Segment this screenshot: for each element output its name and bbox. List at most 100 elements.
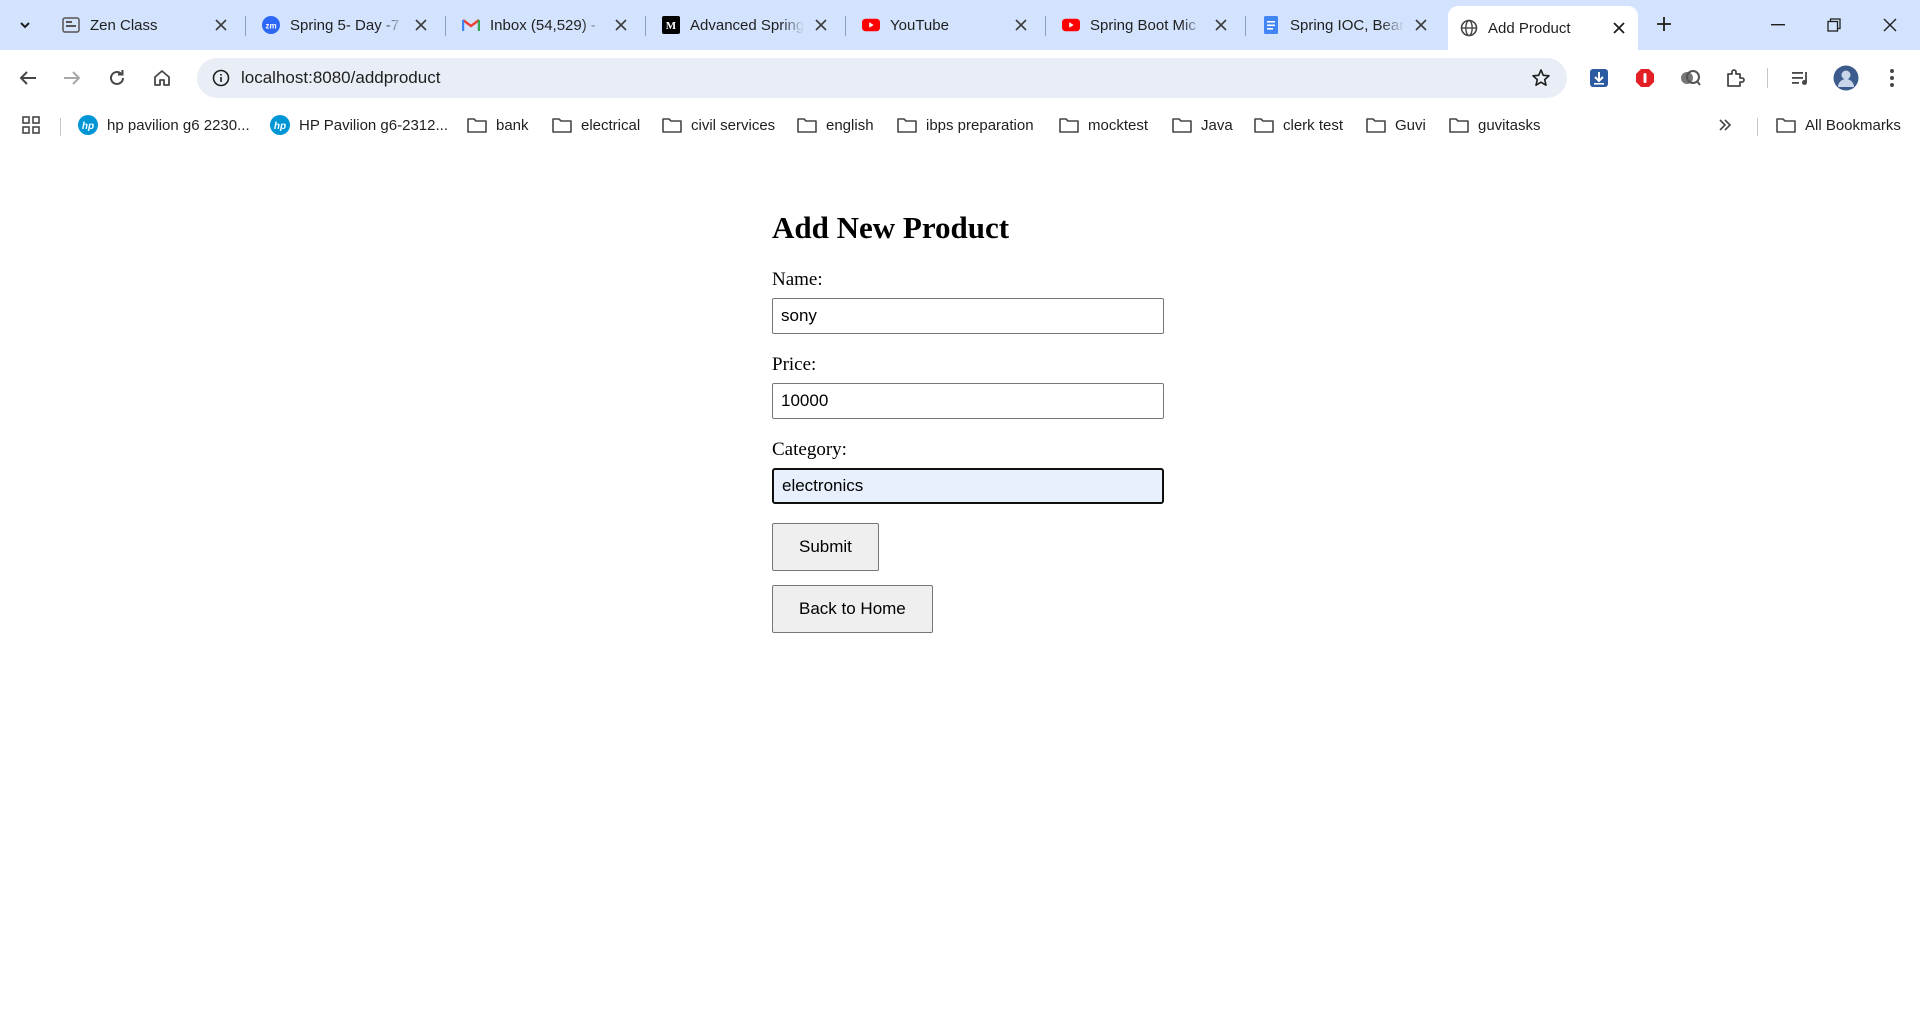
tab-spring-day7[interactable]: zm Spring 5- Day -7 bbox=[250, 8, 440, 42]
tab-spring-boot-micro[interactable]: Spring Boot Mic bbox=[1050, 8, 1240, 42]
adblock-extension-icon[interactable] bbox=[1629, 62, 1661, 94]
tab-close-icon[interactable] bbox=[810, 14, 832, 36]
folder-icon bbox=[1776, 116, 1796, 134]
search-extension-icon[interactable] bbox=[1674, 62, 1706, 94]
tab-separator bbox=[645, 16, 646, 36]
gmail-icon bbox=[462, 16, 480, 34]
back-to-home-button[interactable]: Back to Home bbox=[772, 585, 933, 633]
new-tab-plus-icon[interactable] bbox=[1650, 10, 1678, 38]
tab-close-icon[interactable] bbox=[610, 14, 632, 36]
youtube-icon bbox=[862, 16, 880, 34]
tab-separator bbox=[445, 16, 446, 36]
youtube-icon bbox=[1062, 16, 1080, 34]
back-arrow-icon[interactable] bbox=[12, 62, 44, 94]
reload-icon[interactable] bbox=[101, 62, 133, 94]
tab-separator bbox=[245, 16, 246, 36]
bookmark-label: civil services bbox=[691, 116, 776, 134]
bookmark-folder-java[interactable]: Java bbox=[1172, 114, 1233, 136]
bookmark-folder-clerk-test[interactable]: clerk test bbox=[1254, 114, 1343, 136]
tab-separator bbox=[845, 16, 846, 36]
address-bar[interactable]: localhost:8080/addproduct bbox=[197, 58, 1567, 98]
all-bookmarks[interactable]: All Bookmarks bbox=[1776, 114, 1901, 136]
tab-title: Spring IOC, Bear bbox=[1290, 16, 1404, 34]
menu-kebab-icon[interactable] bbox=[1876, 62, 1908, 94]
tab-strip: Zen Class zm Spring 5- Day -7 Inbox (54,… bbox=[0, 0, 1920, 50]
bookmark-label: guvitasks bbox=[1478, 116, 1541, 134]
svg-text:M: M bbox=[666, 20, 677, 32]
name-input[interactable] bbox=[772, 298, 1164, 334]
bookmark-hp-pavilion-2312[interactable]: hp HP Pavilion g6-2312... bbox=[270, 114, 448, 136]
site-info-icon[interactable] bbox=[207, 64, 235, 92]
bookmark-hp-pavilion-2230[interactable]: hp hp pavilion g6 2230... bbox=[78, 114, 250, 136]
tab-youtube[interactable]: YouTube bbox=[850, 8, 1040, 42]
bookmark-label: english bbox=[826, 116, 874, 134]
restore-icon[interactable] bbox=[1806, 0, 1862, 50]
extensions-puzzle-icon[interactable] bbox=[1719, 62, 1751, 94]
folder-icon bbox=[1366, 116, 1386, 134]
tab-close-icon[interactable] bbox=[1410, 14, 1432, 36]
bookmark-folder-civil-services[interactable]: civil services bbox=[662, 114, 775, 136]
bookmark-folder-mocktest[interactable]: mocktest bbox=[1059, 114, 1148, 136]
folder-icon bbox=[897, 116, 917, 134]
tab-title: Spring Boot Mic bbox=[1090, 16, 1196, 34]
name-label: Name: bbox=[772, 269, 823, 290]
tab-advanced-spring[interactable]: M Advanced Spring bbox=[650, 8, 840, 42]
category-input[interactable] bbox=[772, 468, 1164, 504]
bookmark-folder-ibps-preparation[interactable]: ibps preparation bbox=[897, 114, 1034, 136]
zen-class-icon bbox=[62, 16, 80, 34]
bookmarks-overflow-chevron-icon[interactable] bbox=[1718, 114, 1732, 136]
bookmark-label: mocktest bbox=[1088, 116, 1149, 134]
folder-icon bbox=[552, 116, 572, 134]
svg-text:hp: hp bbox=[274, 121, 286, 132]
docs-icon bbox=[1262, 16, 1280, 34]
price-label: Price: bbox=[772, 354, 817, 375]
profile-avatar-icon[interactable] bbox=[1830, 62, 1862, 94]
tab-title: Advanced Spring bbox=[690, 16, 804, 34]
tab-gmail-inbox[interactable]: Inbox (54,529) - bbox=[450, 8, 640, 42]
tab-title: Inbox (54,529) - bbox=[490, 16, 596, 34]
bookmarks-separator bbox=[1757, 118, 1758, 136]
bookmark-label: Java bbox=[1201, 116, 1233, 134]
bookmark-folder-bank[interactable]: bank bbox=[467, 114, 529, 136]
forward-arrow-icon[interactable] bbox=[56, 62, 88, 94]
download-extension-icon[interactable] bbox=[1583, 62, 1615, 94]
tab-zen-class[interactable]: Zen Class bbox=[50, 8, 240, 42]
tab-spring-ioc[interactable]: Spring IOC, Bear bbox=[1250, 8, 1440, 42]
bookmark-folder-electrical[interactable]: electrical bbox=[552, 114, 640, 136]
apps-grid-icon[interactable] bbox=[22, 114, 40, 136]
folder-icon bbox=[467, 116, 487, 134]
page-title: Add New Product bbox=[772, 210, 1010, 245]
bookmark-folder-english[interactable]: english bbox=[797, 114, 874, 136]
folder-icon bbox=[1254, 116, 1274, 134]
submit-button[interactable]: Submit bbox=[772, 523, 879, 571]
category-label: Category: bbox=[772, 439, 847, 460]
tab-close-icon[interactable] bbox=[410, 14, 432, 36]
tab-close-icon[interactable] bbox=[1010, 14, 1032, 36]
tab-search-chevron-icon[interactable] bbox=[10, 10, 40, 40]
tab-close-icon[interactable] bbox=[210, 14, 232, 36]
bookmark-label: HP Pavilion g6-2312... bbox=[299, 116, 448, 134]
tab-add-product[interactable]: Add Product bbox=[1448, 6, 1638, 50]
tab-close-icon[interactable] bbox=[1210, 14, 1232, 36]
svg-text:hp: hp bbox=[82, 121, 94, 132]
tab-separator bbox=[1045, 16, 1046, 36]
globe-icon bbox=[1460, 19, 1478, 37]
medium-icon: M bbox=[662, 16, 680, 34]
bookmark-star-icon[interactable] bbox=[1527, 64, 1555, 92]
close-window-icon[interactable] bbox=[1862, 0, 1918, 50]
bookmark-label: hp pavilion g6 2230... bbox=[107, 116, 250, 134]
hp-icon: hp bbox=[270, 115, 290, 135]
folder-icon bbox=[797, 116, 817, 134]
bookmark-folder-guvitasks[interactable]: guvitasks bbox=[1449, 114, 1541, 136]
media-controls-icon[interactable] bbox=[1785, 62, 1817, 94]
minimize-icon[interactable] bbox=[1750, 0, 1806, 50]
bookmark-label: ibps preparation bbox=[926, 116, 1034, 134]
home-icon[interactable] bbox=[146, 62, 178, 94]
price-input[interactable] bbox=[772, 383, 1164, 419]
tab-title: YouTube bbox=[890, 16, 949, 34]
bookmarks-separator bbox=[60, 118, 61, 136]
add-product-form: Add New Product Name: Price: Category: S… bbox=[772, 206, 1192, 633]
bookmark-label: clerk test bbox=[1283, 116, 1344, 134]
bookmark-folder-guvi[interactable]: Guvi bbox=[1366, 114, 1426, 136]
tab-close-icon[interactable] bbox=[1608, 17, 1630, 39]
